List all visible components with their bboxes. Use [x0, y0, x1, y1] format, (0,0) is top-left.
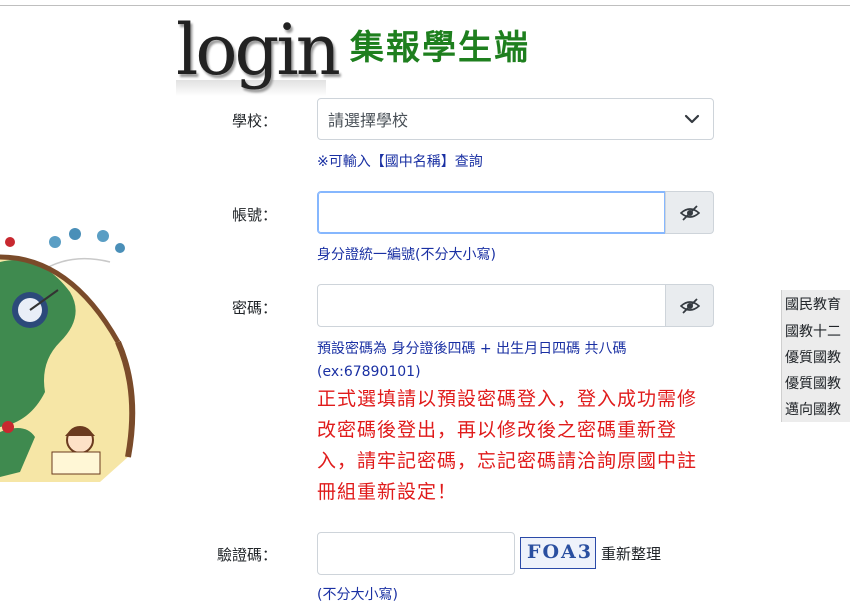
password-hint-line1: 預設密碼為 身分證後四碼 + 出生月日四碼 共八碼	[317, 341, 627, 357]
school-select-value: 請選擇學校	[328, 111, 409, 130]
eye-slash-icon	[679, 204, 700, 221]
account-input-group	[317, 191, 714, 234]
school-label: 學校：	[231, 112, 277, 130]
password-hint-example: (ex:67890101)	[317, 364, 421, 380]
captcha-input[interactable]	[317, 532, 515, 575]
news-item[interactable]: 國民教育	[785, 294, 841, 314]
password-input-group	[317, 284, 714, 327]
account-input[interactable]	[317, 191, 666, 234]
news-item[interactable]: 國教十二	[785, 321, 841, 341]
account-label: 帳號：	[231, 206, 277, 224]
school-select[interactable]: 請選擇學校	[317, 98, 714, 140]
captcha-label: 驗證碼：	[216, 546, 277, 564]
eye-slash-icon	[679, 297, 700, 314]
login-logo: login	[176, 4, 341, 96]
top-divider	[0, 5, 850, 6]
password-input[interactable]	[317, 284, 666, 327]
news-item[interactable]: 優質國教	[785, 347, 841, 367]
news-list: 國民教育 國教十二 優質國教 優質國教 邁向國教	[781, 290, 850, 422]
captcha-hint: (不分大小寫)	[317, 587, 398, 603]
captcha-image[interactable]: FOA3	[520, 537, 596, 569]
school-hint: ※可輸入【國中名稱】查詢	[317, 154, 483, 170]
account-visibility-toggle[interactable]	[665, 191, 714, 234]
password-label: 密碼：	[231, 299, 277, 317]
news-item[interactable]: 優質國教	[785, 373, 841, 393]
chevron-down-icon	[684, 114, 700, 124]
password-warning: 正式選填請以預設密碼登入，登入成功需修改密碼後登出，再以修改後之密碼重新登入，請…	[317, 388, 698, 503]
page-title: 集報學生端	[350, 28, 530, 68]
account-hint: 身分證統一編號(不分大小寫)	[317, 247, 496, 263]
logo-text: login	[176, 9, 341, 91]
captcha-image-text: FOA3	[527, 541, 594, 563]
globe-illustration	[0, 228, 136, 482]
password-visibility-toggle[interactable]	[665, 284, 714, 327]
news-item[interactable]: 邁向國教	[785, 399, 841, 419]
captcha-refresh-link[interactable]: 重新整理	[601, 543, 661, 564]
